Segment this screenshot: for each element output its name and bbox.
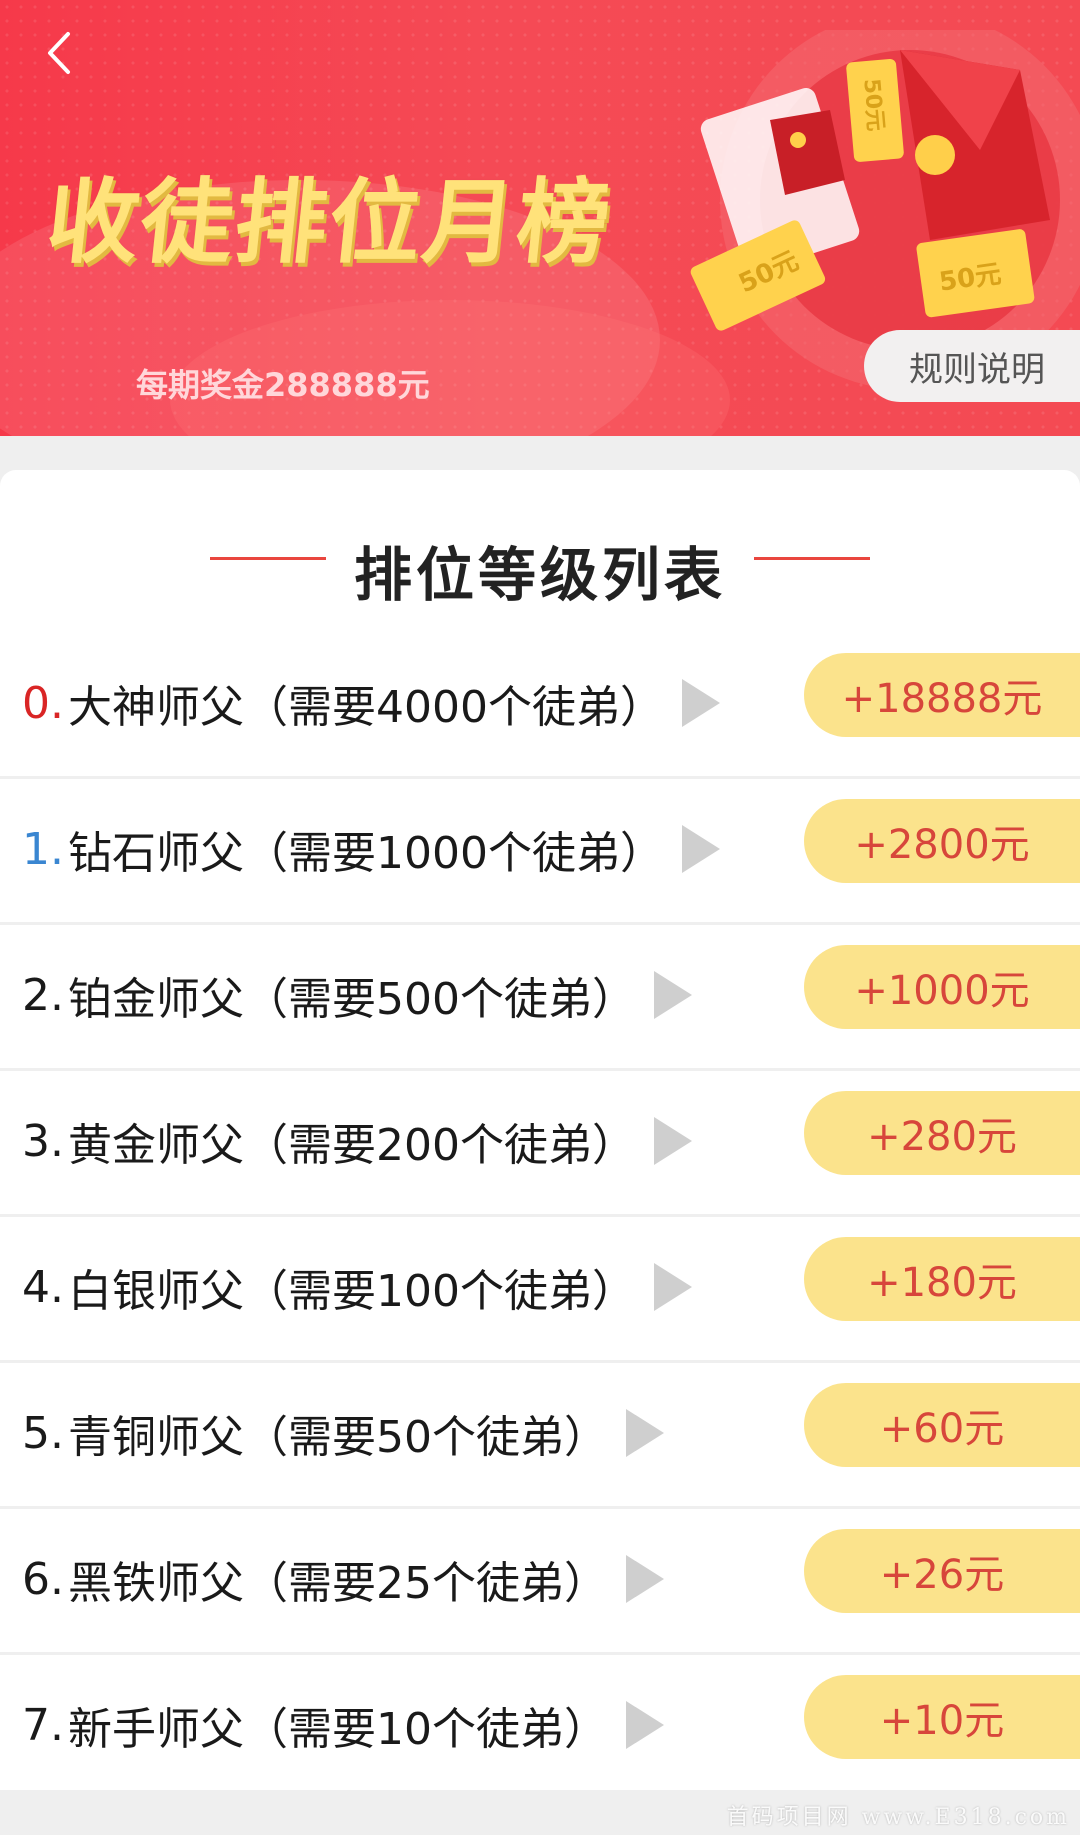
reward-badge[interactable]: +10元 xyxy=(804,1675,1080,1759)
section-title: 排位等级列表 xyxy=(353,541,726,609)
chevron-left-icon xyxy=(48,32,70,74)
rank-number: 2. xyxy=(22,969,64,1021)
banner-title: 收徒排位月榜 xyxy=(41,169,617,276)
rank-requirement: 白银师父（需要100个徒弟） xyxy=(67,1266,636,1317)
rank-requirement: 新手师父（需要10个徒弟） xyxy=(67,1704,608,1755)
rank-row[interactable]: 5. 青铜师父（需要50个徒弟） +60元 xyxy=(0,1363,1080,1509)
rank-number: 4. xyxy=(22,1261,64,1313)
triangle-right-icon xyxy=(681,825,720,873)
reward-badge[interactable]: +280元 xyxy=(804,1091,1080,1175)
rank-label: 5. 青铜师父（需要50个徒弟） xyxy=(22,1401,664,1465)
rank-row[interactable]: 7. 新手师父（需要10个徒弟） +10元 xyxy=(0,1655,1080,1801)
reward-badge[interactable]: +60元 xyxy=(804,1383,1080,1467)
prize-pool-text: 每期奖金288888元 xyxy=(136,366,430,404)
back-button[interactable] xyxy=(40,28,80,78)
reward-badge[interactable]: +180元 xyxy=(804,1237,1080,1321)
rank-number: 3. xyxy=(22,1115,64,1167)
triangle-right-icon xyxy=(681,679,720,727)
rank-row[interactable]: 2. 铂金师父（需要500个徒弟） +1000元 xyxy=(0,925,1080,1071)
reward-badge[interactable]: +2800元 xyxy=(804,799,1080,883)
divider-line-right xyxy=(754,557,870,560)
rank-requirement: 青铜师父（需要50个徒弟） xyxy=(67,1412,608,1463)
triangle-right-icon xyxy=(653,1117,692,1165)
rank-label: 3. 黄金师父（需要200个徒弟） xyxy=(22,1109,692,1173)
rank-row[interactable]: 4. 白银师父（需要100个徒弟） +180元 xyxy=(0,1217,1080,1363)
triangle-right-icon xyxy=(625,1555,664,1603)
rank-label: 0. 大神师父（需要4000个徒弟） xyxy=(22,671,720,735)
triangle-right-icon xyxy=(625,1409,664,1457)
rank-row[interactable]: 6. 黑铁师父（需要25个徒弟） +26元 xyxy=(0,1509,1080,1655)
triangle-right-icon xyxy=(653,971,692,1019)
rank-list: 0. 大神师父（需要4000个徒弟） +18888元 1. 钻石师父（需要100… xyxy=(0,633,1080,1801)
rank-requirement: 大神师父（需要4000个徒弟） xyxy=(67,682,664,733)
rank-label: 7. 新手师父（需要10个徒弟） xyxy=(22,1693,664,1757)
rank-number: 5. xyxy=(22,1407,64,1459)
header-banner: 50元 50元 50元 收徒排位月榜 每期奖金288888元 规则说明 xyxy=(0,0,1080,436)
reward-badge[interactable]: +26元 xyxy=(804,1529,1080,1613)
rank-label: 4. 白银师父（需要100个徒弟） xyxy=(22,1255,692,1319)
ticket-label: 50元 xyxy=(858,78,887,133)
rules-button[interactable]: 规则说明 xyxy=(864,330,1080,402)
rank-requirement: 黄金师父（需要200个徒弟） xyxy=(67,1120,636,1171)
rank-requirement: 黑铁师父（需要25个徒弟） xyxy=(67,1558,608,1609)
triangle-right-icon xyxy=(653,1263,692,1311)
reward-badge[interactable]: +18888元 xyxy=(804,653,1080,737)
rank-number: 6. xyxy=(22,1553,64,1605)
rank-row[interactable]: 1. 钻石师父（需要1000个徒弟） +2800元 xyxy=(0,779,1080,925)
rank-list-card: 排位等级列表 0. 大神师父（需要4000个徒弟） +18888元 1. 钻石师… xyxy=(0,470,1080,1801)
rank-label: 1. 钻石师父（需要1000个徒弟） xyxy=(22,817,720,881)
rank-number: 7. xyxy=(22,1699,64,1751)
rank-label: 6. 黑铁师父（需要25个徒弟） xyxy=(22,1547,664,1611)
rank-row[interactable]: 3. 黄金师父（需要200个徒弟） +280元 xyxy=(0,1071,1080,1217)
rank-number: 1. xyxy=(22,823,64,875)
watermark: 首码项目网 www.E318.com xyxy=(726,1805,1070,1830)
triangle-right-icon xyxy=(625,1701,664,1749)
reward-badge[interactable]: +1000元 xyxy=(804,945,1080,1029)
rank-row[interactable]: 0. 大神师父（需要4000个徒弟） +18888元 xyxy=(0,633,1080,779)
rank-requirement: 钻石师父（需要1000个徒弟） xyxy=(67,828,664,879)
rank-label: 2. 铂金师父（需要500个徒弟） xyxy=(22,963,692,1027)
rank-number: 0. xyxy=(22,677,64,729)
rank-requirement: 铂金师父（需要500个徒弟） xyxy=(67,974,636,1025)
